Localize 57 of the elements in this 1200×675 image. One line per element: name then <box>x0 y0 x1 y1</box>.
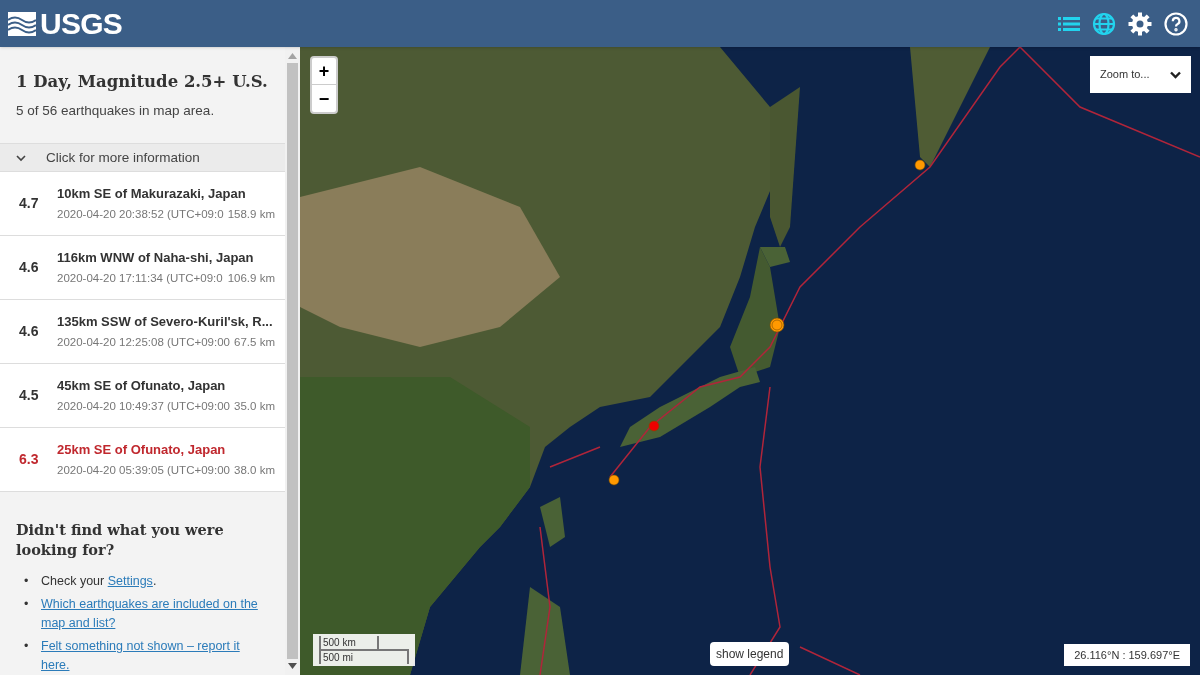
help-link[interactable]: Which earthquakes are included on the map and list? <box>41 595 269 633</box>
zoom-out-button[interactable]: − <box>312 85 336 112</box>
feed-title: 1 Day, Magnitude 2.5+ U.S. <box>16 71 269 93</box>
earthquake-depth: 158.9 km <box>227 207 275 223</box>
earthquake-time: 2020-04-20 20:38:52 (UTC+09:0 <box>57 207 224 223</box>
earthquake-time: 2020-04-20 10:49:37 (UTC+09:00 <box>57 399 230 415</box>
bullet: • <box>24 573 30 590</box>
scale-km-label: 500 km <box>319 636 379 651</box>
earthquake-list-item[interactable]: 4.6 135km SSW of Severo-Kuril'sk, R... 2020-04-20 12:25:08 (UTC+09:00 67.5 km <box>0 300 285 364</box>
earthquake-place: 10km SE of Makurazaki, Japan <box>57 184 247 203</box>
earthquake-depth: 67.5 km <box>234 335 275 351</box>
zoom-to-dropdown[interactable]: Zoom to... <box>1090 56 1191 93</box>
earthquake-depth: 35.0 km <box>234 399 275 415</box>
bullet: • <box>24 638 30 655</box>
magnitude: 4.6 <box>18 322 40 341</box>
earthquake-list-item[interactable]: 4.5 45km SE of Ofunato, Japan 2020-04-20 10:49:37 (UTC+09:00 35.0 km <box>0 364 285 428</box>
more-information-toggle[interactable]: Click for more information <box>0 143 285 171</box>
earthquake-marker[interactable] <box>914 159 926 171</box>
earthquake-time: 2020-04-20 05:39:05 (UTC+09:00 <box>57 463 230 479</box>
scale-mi-label: 500 mi <box>319 649 409 664</box>
scroll-down-icon[interactable] <box>288 663 297 669</box>
earthquake-marker[interactable] <box>648 420 660 432</box>
earthquake-place: 135km SSW of Severo-Kuril'sk, R... <box>57 312 274 331</box>
help-link[interactable]: Felt something not shown – report it here. <box>41 637 269 675</box>
earthquake-place: 25km SE of Ofunato, Japan <box>57 440 227 459</box>
magnitude: 4.5 <box>18 386 40 405</box>
help-heading: Didn't find what you were looking for? <box>16 520 225 560</box>
list-icon[interactable] <box>1058 15 1080 32</box>
earthquake-place: 45km SE of Ofunato, Japan <box>57 376 227 395</box>
earthquake-time: 2020-04-20 12:25:08 (UTC+09:00 <box>57 335 230 351</box>
bullet: • <box>24 596 30 613</box>
scrollbar-thumb[interactable] <box>287 63 298 659</box>
earthquake-list-item[interactable]: 6.3 25km SE of Ofunato, Japan 2020-04-20 05:39:05 (UTC+09:00 38.0 km <box>0 428 285 492</box>
globe-icon[interactable] <box>1092 11 1116 36</box>
earthquake-time: 2020-04-20 17:11:34 (UTC+09:0 <box>57 271 223 287</box>
earthquake-count: 5 of 56 earthquakes in map area. <box>16 102 216 120</box>
earthquake-depth: 106.9 km <box>227 271 275 287</box>
magnitude: 4.6 <box>18 258 40 277</box>
coordinates-readout: 26.116°N : 159.697°E <box>1064 644 1190 666</box>
zoom-in-button[interactable]: + <box>312 58 336 85</box>
earthquake-list-item[interactable]: 4.7 10km SE of Makurazaki, Japan 2020-04-20 20:38:52 (UTC+09:0 158.9 km <box>0 172 285 236</box>
magnitude: 6.3 <box>18 450 40 469</box>
help-icon[interactable] <box>1164 11 1188 36</box>
satellite-map-drawing[interactable] <box>300 47 1200 675</box>
chevron-down-icon <box>1170 70 1181 79</box>
settings-link[interactable]: Settings <box>107 574 153 588</box>
magnitude: 4.7 <box>18 194 40 213</box>
earthquake-list-item[interactable]: 4.6 116km WNW of Naha-shi, Japan 2020-04-20 17:11:34 (UTC+09:0 106.9 km <box>0 236 285 300</box>
help-text: . <box>152 574 157 588</box>
earthquake-depth: 38.0 km <box>234 463 275 479</box>
logo-waves-icon <box>8 11 36 36</box>
help-text: Check your <box>41 574 106 588</box>
show-legend-button[interactable]: show legend <box>710 642 790 666</box>
scrollbar[interactable] <box>285 47 300 675</box>
earthquake-place: 116km WNW of Naha-shi, Japan <box>57 248 255 267</box>
earthquake-marker[interactable] <box>608 474 620 486</box>
usgs-logo[interactable]: USGS <box>40 8 123 39</box>
